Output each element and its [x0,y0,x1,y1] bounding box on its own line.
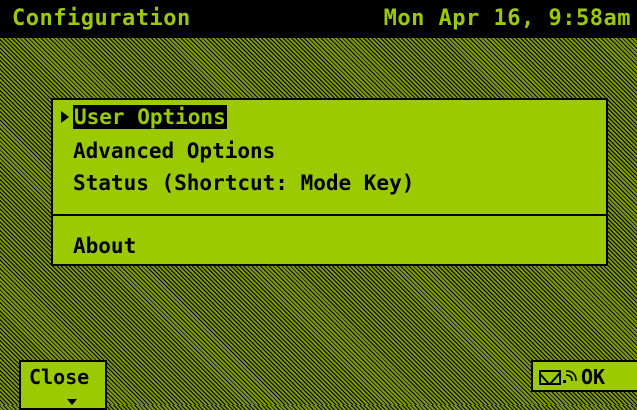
title-bar: Configuration Mon Apr 16, 9:58am [0,0,637,38]
close-button[interactable]: Close [19,360,107,410]
signal-wave-icon [563,370,577,383]
selection-pointer-icon [61,111,69,123]
screen-title: Configuration [12,6,191,31]
ok-button-label: OK [581,365,606,389]
menu-item-label: User Options [73,105,227,129]
device-screen: Configuration Mon Apr 16, 9:58am User Op… [0,0,637,410]
menu-divider [53,214,606,216]
menu-item-status[interactable]: Status (Shortcut: Mode Key) [73,169,414,197]
close-button-label: Close [29,365,90,389]
menu-item-advanced-options[interactable]: Advanced Options [73,137,275,165]
menu-item-label: Status (Shortcut: Mode Key) [73,171,415,195]
menu-item-user-options[interactable]: User Options [61,103,227,131]
date-time: Mon Apr 16, 9:58am [383,6,631,31]
chevron-down-icon [67,399,77,405]
ok-button[interactable]: OK [531,360,637,392]
configuration-menu: User Options Advanced Options Status (Sh… [51,98,608,266]
menu-item-label: Advanced Options [73,139,276,163]
menu-item-label: About [73,234,137,258]
menu-item-about[interactable]: About [73,232,136,260]
mail-icon [539,369,561,385]
